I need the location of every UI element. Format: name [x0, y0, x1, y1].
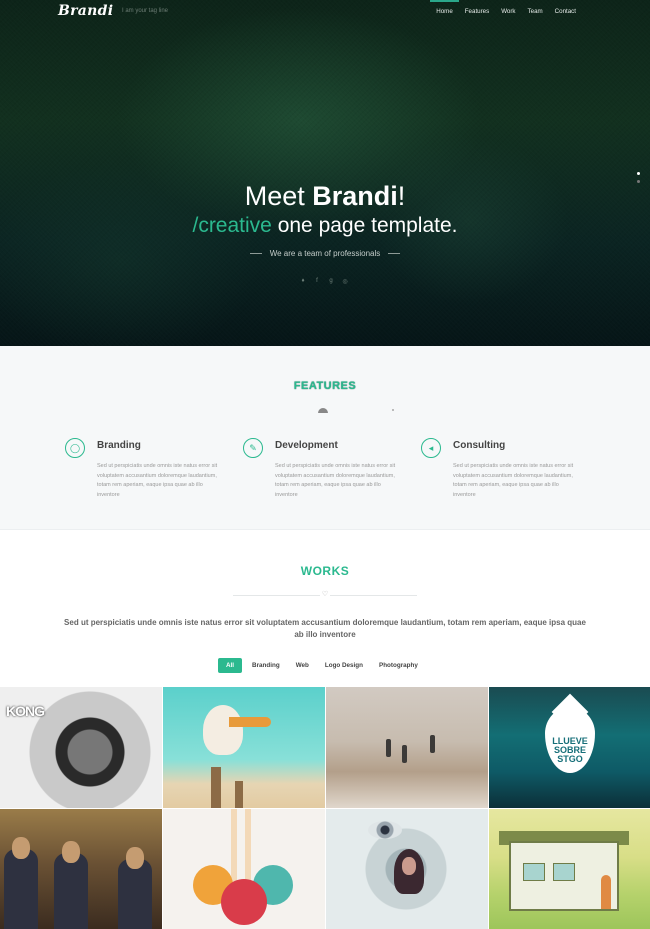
image-detail [402, 857, 416, 875]
filter-all[interactable]: All [218, 658, 243, 673]
main-nav: Home Features Work Team Contact [430, 0, 582, 24]
works-description: Sed ut perspiciatis unde omnis iste natu… [64, 618, 586, 639]
divider-right [388, 253, 401, 255]
features-title: FEATURES [293, 380, 357, 392]
image-detail [62, 841, 80, 863]
nav-item-work[interactable]: Work [495, 0, 521, 24]
filter-branding[interactable]: Branding [246, 658, 286, 673]
portfolio-item-kong[interactable]: KONG [0, 687, 162, 808]
nav-item-home[interactable]: Home [430, 0, 459, 24]
divider-left [249, 253, 262, 255]
portfolio-gallery: KONG LLUEVE SOBRE STGO [0, 687, 650, 929]
works-title: WORKS [300, 564, 350, 578]
hero-title: Meet Brandi! [0, 181, 650, 212]
feature-title: Consulting [453, 440, 506, 451]
portfolio-item-house[interactable] [489, 809, 650, 929]
logo[interactable]: Brandi [58, 3, 113, 19]
dribbble-icon[interactable]: ◎ [342, 278, 348, 285]
filter-photography[interactable]: Photography [373, 658, 424, 673]
hero-subtitle-rest: one page template. [271, 214, 458, 237]
nav-item-team[interactable]: Team [522, 0, 549, 24]
google-plus-icon[interactable]: g [328, 278, 334, 285]
hero-background-texture [0, 0, 650, 346]
heart-icon: ♡ [320, 590, 330, 600]
nav-item-features[interactable]: Features [459, 0, 495, 24]
section-divider-icon [318, 408, 328, 413]
facebook-icon[interactable]: f [314, 278, 320, 285]
portfolio-item-text: LLUEVE SOBRE STGO [545, 737, 595, 764]
image-detail [229, 717, 271, 727]
hero-title-brand: Brandi [312, 181, 398, 211]
hero-title-post: ! [397, 181, 406, 211]
feature-text: Sed ut perspiciatis unde omnis iste natu… [275, 463, 396, 498]
feature-title: Branding [97, 440, 141, 451]
image-detail [430, 735, 435, 753]
portfolio-filters: All Branding Web Logo Design Photography [218, 658, 424, 673]
image-detail [126, 847, 144, 869]
image-detail [221, 879, 267, 925]
llueve-line-3: STGO [557, 754, 583, 764]
portfolio-item-pelican[interactable] [163, 687, 325, 808]
tagline: I am your tag line [122, 8, 169, 14]
image-detail [553, 863, 575, 881]
filter-web[interactable]: Web [290, 658, 315, 673]
feature-text: Sed ut perspiciatis unde omnis iste natu… [453, 463, 574, 498]
megaphone-icon: ◂ [421, 438, 441, 458]
filter-logo-design[interactable]: Logo Design [319, 658, 369, 673]
slider-dot-2[interactable] [637, 180, 640, 183]
image-detail [4, 849, 38, 929]
image-detail [402, 745, 407, 763]
image-detail [386, 739, 391, 757]
portfolio-item-llueve[interactable]: LLUEVE SOBRE STGO [489, 687, 650, 808]
portfolio-item-text: KONG [6, 703, 45, 719]
portfolio-item-monsters[interactable] [163, 809, 325, 929]
nav-item-contact[interactable]: Contact [549, 0, 582, 24]
hero-subtitle-accent: /creative [192, 214, 272, 237]
image-detail [601, 875, 611, 909]
image-detail [235, 781, 243, 808]
github-icon: ◯ [65, 438, 85, 458]
portfolio-item-beach[interactable] [326, 687, 488, 808]
section-divider-dot [392, 409, 394, 411]
slider-dot-1[interactable] [637, 172, 640, 175]
image-detail [368, 821, 402, 839]
hero-title-pre: Meet [244, 181, 313, 211]
hero-tagline: We are a team of professionals [0, 249, 650, 258]
features-section: FEATURES ◯ Branding Sed ut perspiciatis … [0, 346, 650, 530]
navbar: Brandi I am your tag line Home Features … [0, 0, 650, 24]
image-detail [54, 853, 88, 929]
image-detail [118, 859, 152, 929]
image-detail [203, 705, 243, 755]
hero-section: Brandi I am your tag line Home Features … [0, 0, 650, 346]
hero-tagline-text: We are a team of professionals [269, 249, 381, 258]
image-detail [12, 837, 30, 859]
twitter-icon[interactable]: ♦ [300, 278, 306, 285]
slider-dots [637, 172, 640, 183]
feature-text: Sed ut perspiciatis unde omnis iste natu… [97, 463, 218, 498]
portfolio-item-girl[interactable] [326, 809, 488, 929]
hero-subtitle: /creative one page template. [0, 214, 650, 238]
hero-social-links: ♦ f g ◎ [300, 278, 348, 285]
pencil-icon: ✎ [243, 438, 263, 458]
works-section: WORKS ♡ Sed ut perspiciatis unde omnis i… [0, 531, 650, 687]
feature-title: Development [275, 440, 338, 451]
image-detail [523, 863, 545, 881]
portfolio-item-soldiers[interactable] [0, 809, 162, 929]
image-detail [211, 767, 221, 808]
